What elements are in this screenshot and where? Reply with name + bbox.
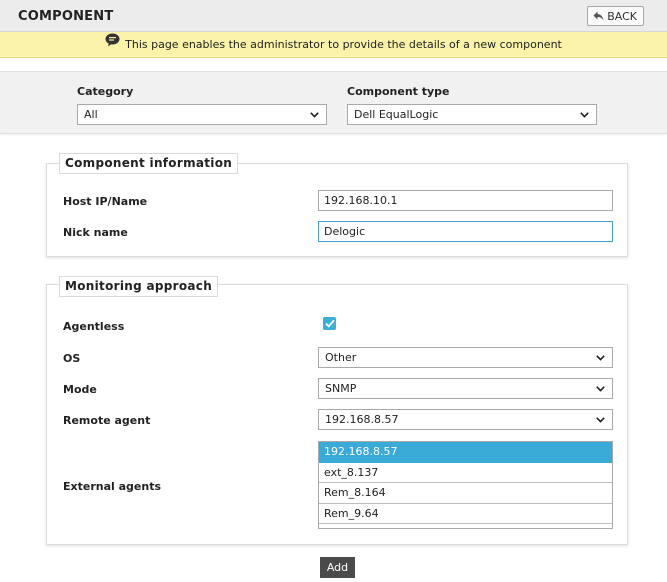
mode-label: Mode (63, 383, 97, 396)
external-agents-label: External agents (63, 480, 162, 493)
host-input[interactable] (318, 190, 613, 211)
category-label: Category (77, 85, 134, 98)
comment-icon (105, 33, 120, 50)
mode-select[interactable]: SNMP (318, 378, 613, 399)
remote-agent-label: Remote agent (63, 414, 151, 427)
chevron-down-icon (580, 112, 589, 118)
list-item[interactable]: Rem_8.164 (319, 483, 612, 504)
back-button[interactable]: BACK (587, 6, 644, 26)
agentless-checkbox[interactable] (323, 317, 336, 330)
host-label: Host IP/Name (63, 195, 148, 208)
chevron-down-icon (310, 112, 319, 118)
nick-name-label: Nick name (63, 226, 128, 239)
list-item[interactable]: Rem_9.64 (319, 504, 612, 524)
chevron-down-icon (596, 386, 605, 392)
add-button[interactable]: Add (320, 557, 355, 578)
monitoring-legend: Monitoring approach (59, 276, 219, 297)
mode-value: SNMP (325, 382, 357, 395)
chevron-down-icon (596, 355, 605, 361)
monitoring-panel: Monitoring approach Agentless OS Other M… (46, 276, 628, 545)
chevron-down-icon (596, 417, 605, 423)
component-type-select[interactable]: Dell EqualLogic (347, 104, 597, 125)
component-type-value: Dell EqualLogic (354, 108, 439, 121)
remote-agent-value: 192.168.8.57 (325, 413, 399, 426)
list-item[interactable]: 192.168.8.57 (319, 442, 612, 463)
checkmark-icon (324, 319, 335, 328)
component-info-panel: Component information Host IP/Name Nick … (46, 153, 628, 257)
component-info-legend: Component information (59, 153, 239, 174)
category-select[interactable]: All (77, 104, 327, 125)
back-button-label: BACK (607, 9, 637, 23)
category-value: All (84, 108, 98, 121)
list-item[interactable]: ext_8.137 (319, 463, 612, 483)
notice-text: This page enables the administrator to p… (125, 38, 562, 51)
component-type-label: Component type (347, 85, 450, 98)
nick-name-input[interactable] (318, 221, 613, 242)
os-value: Other (325, 351, 357, 364)
os-select[interactable]: Other (318, 347, 613, 368)
page-title: COMPONENT (18, 9, 114, 24)
back-arrow-icon (593, 11, 604, 21)
agentless-label: Agentless (63, 320, 125, 333)
page-header: COMPONENT BACK (0, 0, 667, 32)
external-agents-listbox[interactable]: 192.168.8.57 ext_8.137 Rem_8.164 Rem_9.6… (318, 441, 613, 529)
info-notice: This page enables the administrator to p… (0, 32, 667, 58)
filter-bar: Category All Component type Dell EqualLo… (0, 71, 667, 134)
remote-agent-select[interactable]: 192.168.8.57 (318, 409, 613, 430)
os-label: OS (63, 352, 81, 365)
